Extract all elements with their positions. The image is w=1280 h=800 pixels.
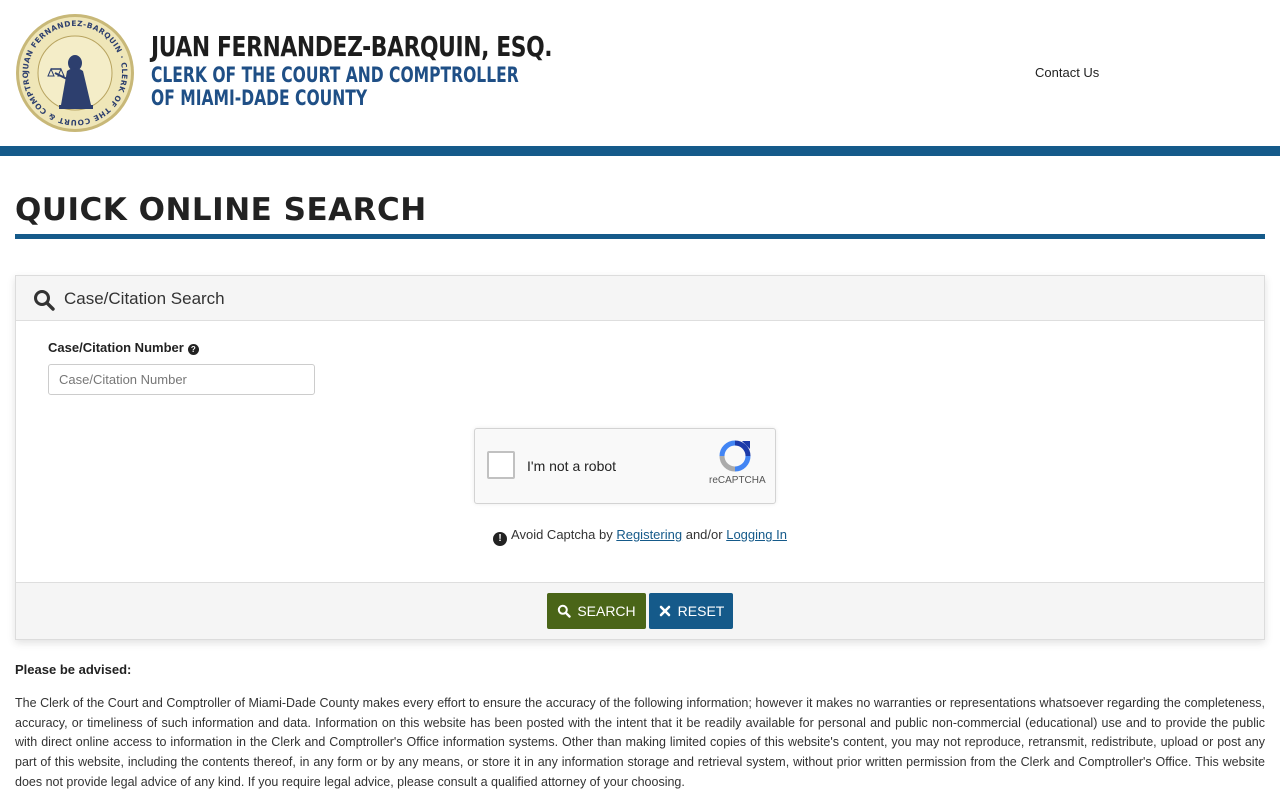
search-icon [558,604,572,618]
header-titles: JUAN FERNANDEZ-BARQUIN, ESQ. CLERK OF TH… [151,30,665,110]
case-number-input[interactable] [48,364,315,395]
avoid-captcha-note: ! Avoid Captcha by Registering and/or Log… [16,527,1264,546]
checkbox-icon[interactable] [487,451,515,479]
avoid-prefix: Avoid Captcha by [511,527,613,542]
page-title: QUICK ONLINE SEARCH [15,192,427,228]
search-button-label: SEARCH [577,603,636,619]
advisory-heading: Please be advised: [15,662,132,677]
panel-footer: SEARCH RESET [16,582,1264,639]
search-button[interactable]: SEARCH [547,593,646,629]
title-divider [15,234,1265,239]
panel-title: Case/Citation Search [64,289,225,308]
login-link[interactable]: Logging In [726,527,787,542]
close-icon [659,605,670,617]
register-link[interactable]: Registering [616,527,682,542]
case-number-label: Case/Citation Number? [48,340,199,355]
reset-button[interactable]: RESET [649,593,733,629]
captcha-label: I'm not a robot [527,458,617,474]
site-header: JUAN FERNANDEZ-BARQUIN · CLERK OF THE CO… [0,0,1280,146]
official-name: JUAN FERNANDEZ-BARQUIN, ESQ. [151,30,553,63]
case-number-label-text: Case/Citation Number [48,340,184,355]
recaptcha-widget: I'm not a robot reCAPTCHA [474,428,776,504]
office-title-line1: CLERK OF THE COURT AND COMPTROLLER [151,63,519,87]
county-seal-icon[interactable]: JUAN FERNANDEZ-BARQUIN · CLERK OF THE CO… [15,13,135,133]
recaptcha-icon [719,440,751,472]
avoid-middle: and/or [685,527,723,542]
panel-header: Case/Citation Search [16,276,1264,321]
contact-us-link[interactable]: Contact Us [1035,65,1099,80]
header-divider [0,146,1280,156]
alert-icon: ! [493,532,508,546]
office-title-line2: OF MIAMI-DADE COUNTY [151,86,368,110]
advisory-body: The Clerk of the Court and Comptroller o… [15,696,1265,789]
case-search-panel: Case/Citation Search Case/Citation Numbe… [15,275,1265,640]
search-icon [34,290,55,311]
recaptcha-brand: reCAPTCHA [709,475,766,486]
help-icon[interactable]: ? [187,344,199,355]
reset-button-label: RESET [677,603,725,619]
